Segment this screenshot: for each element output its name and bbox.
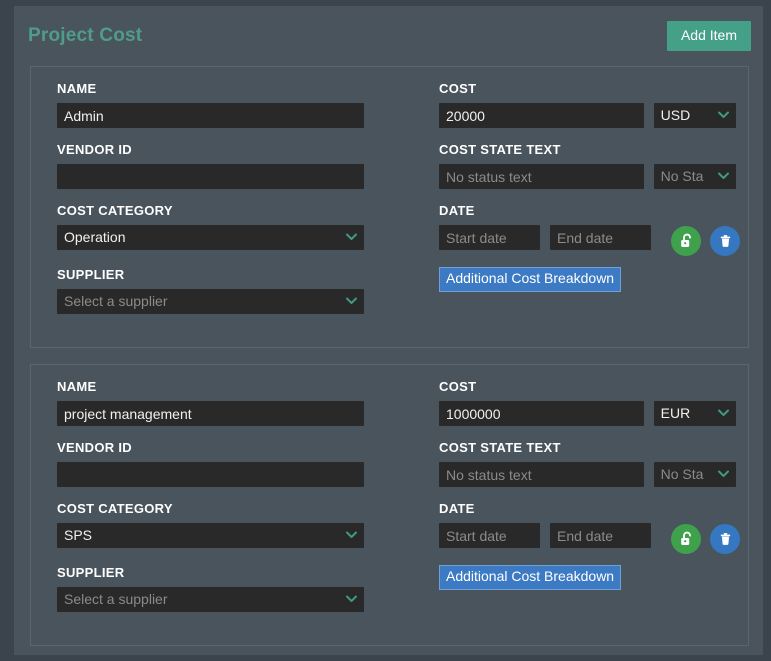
vendor-id-input[interactable] [57,462,364,487]
supplier-value: Select a supplier [64,293,168,309]
date-field-group: DATE [439,203,740,256]
cost-category-value: SPS [64,527,93,543]
additional-cost-breakdown-link[interactable]: Additional Cost Breakdown [439,267,622,292]
trash-icon [718,233,733,249]
cost-category-field-group: COST CATEGORY SPS [57,501,431,551]
name-field-group: NAME [57,81,431,128]
page-title: Project Cost [28,25,143,46]
currency-select[interactable]: EUR [653,401,736,426]
unlock-button[interactable] [671,226,701,256]
cost-category-field-group: COST CATEGORY Operation [57,203,431,253]
end-date-input[interactable] [550,225,651,250]
end-date-input[interactable] [550,523,651,548]
vendor-id-label: VENDOR ID [57,142,132,157]
cost-item-card: NAME VENDOR ID COST CATEGORY Operation [30,66,749,348]
name-input[interactable] [57,103,364,128]
card-action-buttons [671,225,740,256]
cost-field-group: COST USD [439,81,736,128]
cost-state-field-group: COST STATE TEXT No Sta [439,142,736,189]
cost-state-select[interactable]: No Sta [653,164,736,189]
additional-cost-breakdown-link[interactable]: Additional Cost Breakdown [439,565,622,590]
cost-state-row: No Sta [439,462,736,487]
add-item-button[interactable]: Add Item [666,21,751,51]
supplier-label: SUPPLIER [57,565,125,580]
currency-value: EUR [660,405,691,421]
cost-item-card: NAME VENDOR ID COST CATEGORY SPS [30,364,749,646]
currency-value: USD [660,107,691,123]
cost-state-value: No Sta [660,466,704,482]
cost-state-row: No Sta [439,164,736,189]
breakdown-group: Additional Cost Breakdown [439,565,736,590]
cost-row: USD [439,103,736,128]
cost-label: COST [439,81,477,96]
cost-state-field-group: COST STATE TEXT No Sta [439,440,736,487]
card-left-column: NAME VENDOR ID COST CATEGORY SPS [41,379,431,629]
start-date-input[interactable] [439,523,540,548]
supplier-label: SUPPLIER [57,267,125,282]
vendor-id-field-group: VENDOR ID [57,440,431,487]
cost-state-value: No Sta [660,168,704,184]
supplier-select[interactable]: Select a supplier [57,587,364,612]
vendor-id-input[interactable] [57,164,364,189]
cost-input[interactable] [439,103,644,128]
unlock-button[interactable] [671,524,701,554]
name-field-group: NAME [57,379,431,426]
cost-label: COST [439,379,477,394]
panel-header: Project Cost Add Item [14,6,763,66]
card-action-buttons [671,523,740,554]
cost-category-value: Operation [64,229,126,245]
delete-button[interactable] [710,226,740,256]
date-row [439,523,740,554]
cost-state-text-input[interactable] [439,164,644,189]
unlock-icon [679,233,694,249]
cost-category-label: COST CATEGORY [57,501,173,516]
cost-state-text-input[interactable] [439,462,644,487]
card-right-column: COST EUR COST STATE TEXT [431,379,740,629]
currency-select[interactable]: USD [653,103,736,128]
cost-row: EUR [439,401,736,426]
trash-icon [718,531,733,547]
date-label: DATE [439,501,475,516]
supplier-value: Select a supplier [64,591,168,607]
name-input[interactable] [57,401,364,426]
cost-category-label: COST CATEGORY [57,203,173,218]
project-cost-panel: Project Cost Add Item NAME VENDOR ID C [14,6,763,655]
unlock-icon [679,531,694,547]
date-label: DATE [439,203,475,218]
delete-button[interactable] [710,524,740,554]
app-frame: Project Cost Add Item NAME VENDOR ID C [0,0,771,661]
cost-items-list: NAME VENDOR ID COST CATEGORY Operation [14,66,763,646]
vendor-id-field-group: VENDOR ID [57,142,431,189]
cost-state-select[interactable]: No Sta [653,462,736,487]
supplier-select[interactable]: Select a supplier [57,289,364,314]
supplier-field-group: SUPPLIER Select a supplier [57,267,431,317]
cost-state-text-label: COST STATE TEXT [439,142,561,157]
name-label: NAME [57,379,97,394]
start-date-input[interactable] [439,225,540,250]
name-label: NAME [57,81,97,96]
cost-input[interactable] [439,401,644,426]
cost-field-group: COST EUR [439,379,736,426]
date-field-group: DATE [439,501,740,554]
date-row [439,225,740,256]
vendor-id-label: VENDOR ID [57,440,132,455]
cost-category-select[interactable]: Operation [57,225,364,250]
breakdown-group: Additional Cost Breakdown [439,267,736,292]
card-right-column: COST USD COST STATE TEXT [431,81,740,331]
cost-category-select[interactable]: SPS [57,523,364,548]
cost-state-text-label: COST STATE TEXT [439,440,561,455]
supplier-field-group: SUPPLIER Select a supplier [57,565,431,615]
card-left-column: NAME VENDOR ID COST CATEGORY Operation [41,81,431,331]
